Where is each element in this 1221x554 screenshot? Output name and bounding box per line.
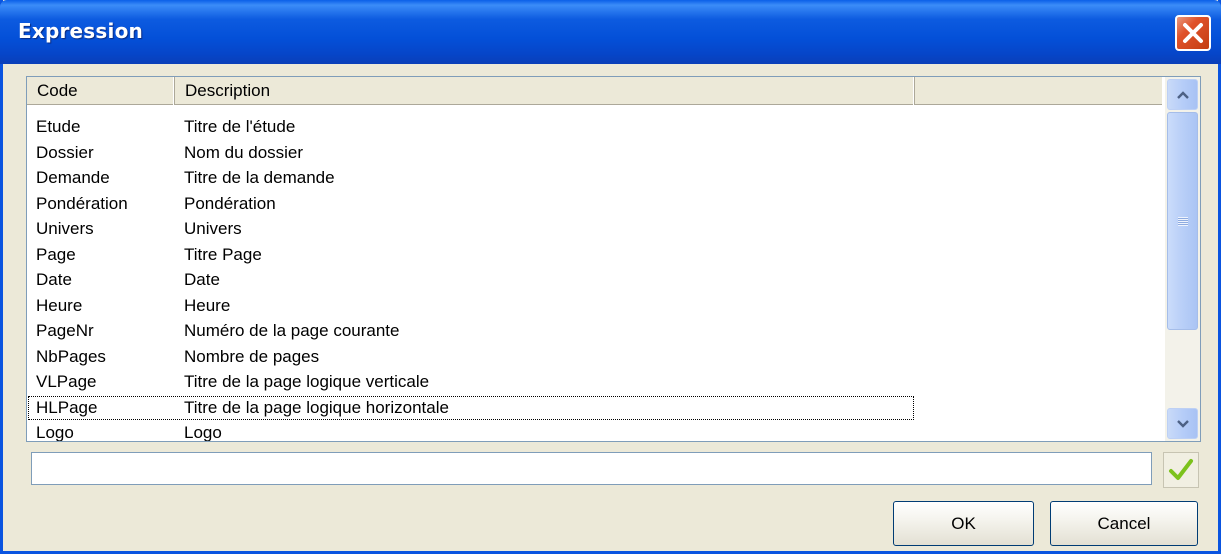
chevron-down-icon [1176,419,1189,428]
row-code: VLPage [36,372,97,391]
row-code: HLPage [36,397,98,417]
list-row[interactable]: VLPage Titre de la page logique verticale [27,369,1163,395]
chevron-up-icon [1176,90,1189,99]
row-code: Dossier [36,142,94,162]
vertical-scrollbar[interactable] [1165,77,1200,441]
list-row[interactable]: NbPages Nombre de pages [27,344,1163,370]
row-code: Demande [36,168,110,187]
row-description: Heure [184,295,231,315]
scroll-up-button[interactable] [1167,79,1198,110]
row-description: Univers [184,219,242,238]
list-row[interactable]: Heure Heure [27,293,1163,319]
list-row[interactable]: Demande Titre de la demande [27,165,1163,191]
row-description: Titre Page [184,244,262,264]
row-description: Titre de la page logique horizontale [184,397,449,417]
list-rows: Etude Titre de l'étude Dossier Nom du doss… [27,114,1163,442]
row-description: Date [184,270,220,289]
scroll-thumb[interactable] [1167,112,1198,330]
list-row[interactable]: Date Date [27,267,1163,293]
ok-button[interactable]: OK [893,501,1034,546]
row-description: Nombre de pages [184,346,320,366]
row-code: Heure [36,295,83,315]
list-row[interactable]: Logo Logo [27,420,1163,442]
column-header-description[interactable]: Description [175,77,915,105]
focus-rectangle [28,395,914,420]
list-row[interactable]: Univers Univers [27,216,1163,242]
row-description: Logo [184,423,222,442]
scroll-down-button[interactable] [1167,408,1198,439]
list-header: Code Description [27,77,1163,105]
column-header-code[interactable]: Code [27,77,175,105]
row-description: Numéro de la page courante [184,321,400,340]
list-row[interactable]: Pondération Pondération [27,191,1163,217]
row-description: Titre de la demande [184,168,335,187]
expression-input[interactable] [31,452,1152,485]
column-header-empty[interactable] [915,77,1163,105]
apply-button[interactable] [1163,452,1199,488]
row-code: Logo [36,423,74,442]
close-button[interactable] [1175,15,1211,51]
row-code: Etude [36,117,81,136]
row-description: Nom du dossier [184,142,304,162]
list-row[interactable]: Etude Titre de l'étude [27,114,1163,140]
row-description: Titre de l'étude [184,117,296,136]
row-code: Date [36,270,72,289]
row-code: Pondération [36,193,128,213]
grip-icon [1177,216,1188,226]
code-list[interactable]: Code Description Etude Titre de l'étude D… [26,76,1201,442]
list-row-focused[interactable]: HLPage Titre de la page logique horizonta… [27,395,1163,421]
list-row[interactable]: Dossier Nom du dossier [27,140,1163,166]
title-bar: Expression [0,0,1221,64]
row-code: PageNr [36,321,94,340]
row-code: Page [36,244,76,264]
row-code: NbPages [36,346,106,366]
row-description: Titre de la page logique verticale [184,372,430,391]
list-row[interactable]: PageNr Numéro de la page courante [27,318,1163,344]
window-title: Expression [18,19,143,43]
row-code: Univers [36,219,94,238]
checkmark-icon [1169,459,1193,480]
close-icon [1183,23,1203,43]
cancel-button[interactable]: Cancel [1050,501,1198,546]
row-description: Pondération [184,193,276,213]
list-row[interactable]: Page Titre Page [27,242,1163,268]
